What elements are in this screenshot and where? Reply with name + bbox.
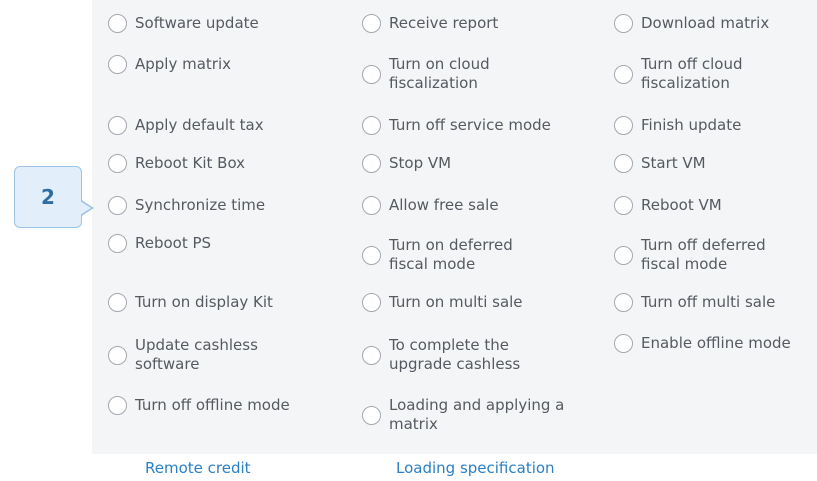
option-label: Turn on cloud fiscalization	[389, 55, 490, 92]
option-turn-off-deferred-fiscal-mode[interactable]: Turn off deferred fiscal mode	[614, 236, 791, 274]
radio-icon[interactable]	[362, 64, 381, 84]
radio-icon[interactable]	[362, 293, 381, 312]
option-label: Stop VM	[389, 154, 452, 172]
callout-arrow-fill	[80, 201, 91, 215]
radio-icon[interactable]	[362, 345, 381, 365]
radio-icon[interactable]	[108, 345, 127, 365]
option-label: Apply matrix	[135, 55, 232, 73]
option-stop-vm[interactable]: Stop VM	[362, 154, 451, 173]
radio-icon[interactable]	[108, 396, 127, 415]
radio-icon[interactable]	[614, 293, 633, 312]
option-label: Reboot PS	[135, 234, 212, 252]
option-label: Download matrix	[641, 14, 770, 32]
option-label: Turn off deferred fiscal mode	[641, 236, 766, 273]
option-turn-off-service-mode[interactable]: Turn off service mode	[362, 116, 551, 135]
option-label: Start VM	[641, 154, 706, 172]
option-download-matrix[interactable]: Download matrix	[614, 14, 769, 33]
radio-icon[interactable]	[108, 154, 127, 173]
option-turn-on-multi-sale[interactable]: Turn on multi sale	[362, 293, 523, 312]
option-enable-offline-mode[interactable]: Enable offline mode	[614, 334, 791, 353]
option-complete-upgrade-cashless[interactable]: To complete the upgrade cashless	[362, 336, 539, 374]
option-label: To complete the upgrade cashless	[389, 336, 521, 373]
option-finish-update[interactable]: Finish update	[614, 116, 741, 135]
option-reboot-vm[interactable]: Reboot VM	[614, 196, 722, 215]
option-label: Allow free sale	[389, 196, 499, 214]
option-reboot-ps[interactable]: Reboot PS	[108, 234, 211, 253]
radio-icon[interactable]	[362, 405, 381, 425]
option-label: Apply default tax	[135, 116, 264, 134]
option-turn-on-display-kit[interactable]: Turn on display Kit	[108, 293, 273, 312]
radio-icon[interactable]	[614, 116, 633, 135]
radio-icon[interactable]	[108, 234, 127, 253]
option-label: Turn off multi sale	[641, 293, 776, 311]
step-callout: 2	[14, 166, 82, 228]
radio-icon[interactable]	[362, 116, 381, 135]
option-reboot-kit-box[interactable]: Reboot Kit Box	[108, 154, 245, 173]
option-label: Turn off cloud fiscalization	[641, 55, 743, 92]
option-apply-default-tax[interactable]: Apply default tax	[108, 116, 264, 135]
option-label: Update cashless software	[135, 336, 258, 373]
option-loading-applying-matrix[interactable]: Loading and applying a matrix	[362, 396, 569, 434]
radio-icon[interactable]	[108, 116, 127, 135]
radio-icon[interactable]	[614, 64, 633, 84]
option-start-vm[interactable]: Start VM	[614, 154, 706, 173]
option-turn-on-deferred-fiscal-mode[interactable]: Turn on deferred fiscal mode	[362, 236, 539, 274]
option-allow-free-sale[interactable]: Allow free sale	[362, 196, 499, 215]
option-label: Synchronize time	[135, 196, 266, 214]
option-label: Loading and applying a matrix	[389, 396, 565, 433]
radio-icon[interactable]	[108, 14, 127, 33]
radio-icon[interactable]	[614, 14, 633, 33]
option-receive-report[interactable]: Receive report	[362, 14, 498, 33]
option-label: Software update	[135, 14, 259, 32]
option-label: Turn on deferred fiscal mode	[389, 236, 513, 273]
option-turn-off-cloud-fiscalization[interactable]: Turn off cloud fiscalization	[614, 55, 791, 93]
option-software-update[interactable]: Software update	[108, 14, 259, 33]
option-label: Finish update	[641, 116, 742, 134]
radio-icon[interactable]	[614, 334, 633, 353]
radio-icon[interactable]	[108, 55, 127, 74]
option-label: Turn off service mode	[389, 116, 551, 134]
loading-specification-link[interactable]: Loading specification	[396, 459, 555, 478]
radio-icon[interactable]	[108, 196, 127, 215]
option-label: Turn on display Kit	[135, 293, 273, 311]
option-turn-on-cloud-fiscalization[interactable]: Turn on cloud fiscalization	[362, 55, 529, 93]
remote-credit-link[interactable]: Remote credit	[145, 459, 251, 478]
radio-icon[interactable]	[614, 154, 633, 173]
option-synchronize-time[interactable]: Synchronize time	[108, 196, 265, 215]
radio-icon[interactable]	[362, 196, 381, 215]
radio-icon[interactable]	[614, 245, 633, 265]
option-label: Turn off offline mode	[135, 396, 290, 414]
option-update-cashless-software[interactable]: Update cashless software	[108, 336, 275, 374]
option-label: Turn on multi sale	[389, 293, 523, 311]
callout-number: 2	[41, 185, 55, 209]
option-turn-off-offline-mode[interactable]: Turn off offline mode	[108, 396, 290, 415]
radio-icon[interactable]	[614, 196, 633, 215]
option-label: Receive report	[389, 14, 499, 32]
option-label: Reboot Kit Box	[135, 154, 246, 172]
radio-icon[interactable]	[362, 154, 381, 173]
option-label: Reboot VM	[641, 196, 722, 214]
option-turn-off-multi-sale[interactable]: Turn off multi sale	[614, 293, 775, 312]
radio-icon[interactable]	[362, 245, 381, 265]
option-label: Enable offline mode	[641, 334, 791, 352]
radio-icon[interactable]	[362, 14, 381, 33]
radio-icon[interactable]	[108, 293, 127, 312]
option-apply-matrix[interactable]: Apply matrix	[108, 55, 231, 74]
